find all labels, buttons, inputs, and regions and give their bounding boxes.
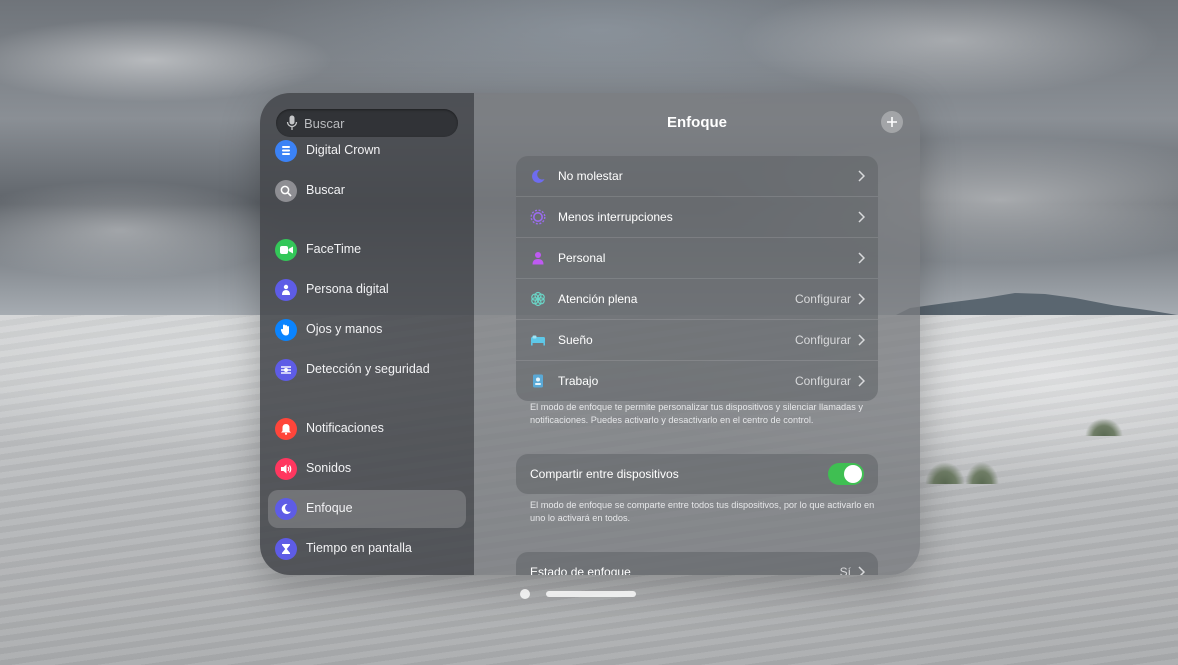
facetime-icon [275,239,297,261]
sidebar-item-label: Notificaciones [306,421,384,435]
chevron-right-icon [858,566,865,575]
sidebar-item-facetime[interactable]: FaceTime [268,231,466,269]
focus-description: El modo de enfoque te permite personaliz… [530,402,863,425]
window-grab-bar[interactable] [546,591,636,597]
chevron-right-icon [858,252,865,264]
list-item-sleep[interactable]: Sueño Configurar [516,320,878,361]
plant [965,462,999,484]
bed-icon [531,335,545,346]
focus-status-group: Estado de enfoque Sí [516,552,878,575]
list-item-reduce-interruptions[interactable]: Menos interrupciones [516,197,878,238]
search-icon [275,180,297,202]
mindfulness-icon [531,291,545,307]
microphone-icon[interactable] [286,115,298,131]
list-item-do-not-disturb[interactable]: No molestar [516,156,878,197]
bell-icon [275,418,297,440]
list-item-mindfulness[interactable]: Atención plena Configurar [516,279,878,320]
list-item-focus-status[interactable]: Estado de enfoque Sí [516,552,878,575]
reduce-interruptions-icon [530,209,546,225]
badge-icon [533,374,543,388]
plant [1085,418,1123,436]
sidebar-item-screen-time[interactable]: Tiempo en pantalla [268,530,466,568]
share-toggle[interactable] [828,463,864,485]
focus-modes-list: No molestar Menos interrupciones Persona… [516,156,878,401]
safety-icon [275,359,297,381]
share-across-devices-group: Compartir entre dispositivos [516,454,878,494]
chevron-right-icon [858,375,865,387]
page-title: Enfoque [667,114,727,131]
moon-icon [275,498,297,520]
sidebar-item-notifications[interactable]: Notificaciones [268,410,466,448]
sidebar-item-label: Enfoque [306,501,353,515]
plus-icon [887,117,897,127]
sidebar-item-safety[interactable]: Detección y seguridad [268,351,466,389]
sidebar-item-label: Persona digital [306,282,389,296]
list-item-personal[interactable]: Personal [516,238,878,279]
share-description: El modo de enfoque se comparte entre tod… [530,500,875,523]
sidebar-item-label: Digital Crown [306,143,381,157]
plant [925,462,965,484]
chevron-right-icon [858,170,865,182]
hourglass-icon [275,538,297,560]
sidebar-item-eyes-hands[interactable]: Ojos y manos [268,311,466,349]
window-close-dot[interactable] [520,589,530,599]
sidebar-item-label: Detección y seguridad [306,362,430,376]
persona-icon [275,279,297,301]
sidebar-item-label: Sonidos [306,461,352,475]
moon-icon [532,169,545,183]
share-across-devices-row: Compartir entre dispositivos [516,454,878,494]
list-item-work[interactable]: Trabajo Configurar [516,361,878,401]
chevron-right-icon [858,334,865,346]
sidebar-item-digital-crown[interactable]: Digital Crown [268,132,466,170]
person-icon [532,252,544,265]
hand-icon [275,319,297,341]
sidebar-item-persona[interactable]: Persona digital [268,271,466,309]
sidebar-item-label: FaceTime [306,242,362,256]
digital-crown-icon [275,140,297,162]
sidebar-item-focus[interactable]: Enfoque [268,490,466,528]
sidebar: Digital Crown Buscar FaceTime Persona di… [260,93,474,575]
main-panel: Enfoque No molestar Menos interrupciones… [474,93,920,575]
sidebar-item-label: Tiempo en pantalla [306,541,412,555]
sidebar-item-label: Ojos y manos [306,322,383,336]
add-button[interactable] [881,111,903,133]
chevron-right-icon [858,211,865,223]
sidebar-item-sounds[interactable]: Sonidos [268,450,466,488]
settings-window: Digital Crown Buscar FaceTime Persona di… [260,93,920,575]
sidebar-item-label: Buscar [306,183,345,197]
speaker-icon [275,458,297,480]
chevron-right-icon [858,293,865,305]
sidebar-item-search[interactable]: Buscar [268,172,466,210]
